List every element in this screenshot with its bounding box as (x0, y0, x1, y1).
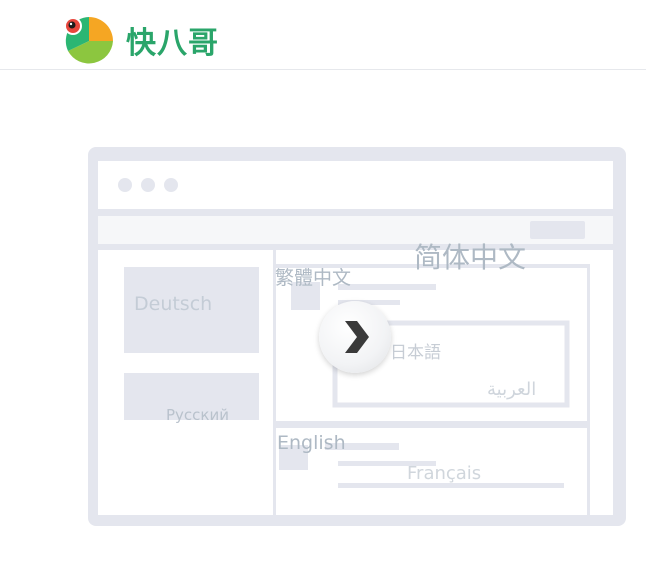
brand-name: 快八哥 (126, 26, 219, 61)
lang-german: Deutsch (134, 293, 213, 315)
lang-traditional-chinese: 繁體中文 (275, 267, 352, 289)
lang-arabic: العربية (487, 379, 537, 400)
lang-russian: Русский (166, 406, 229, 424)
lang-english: English (277, 432, 346, 454)
lang-simplified-chinese: 简体中文 (414, 241, 527, 274)
play-button[interactable] (319, 301, 391, 373)
chevron-right-icon (345, 321, 369, 353)
lang-japanese: 日本語 (390, 343, 441, 363)
lang-french: Français (407, 463, 482, 484)
parrot-logo-icon[interactable] (62, 13, 116, 65)
top-header: 快八哥 (0, 0, 646, 70)
